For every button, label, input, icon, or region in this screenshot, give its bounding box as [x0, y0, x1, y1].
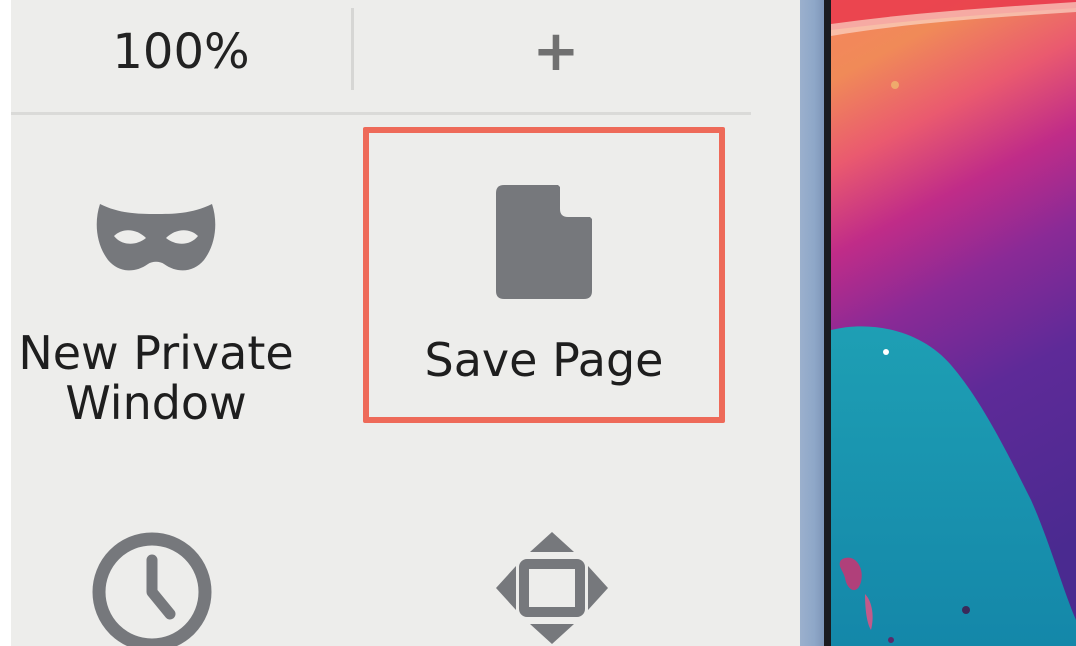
save-page-label: Save Page [424, 333, 664, 387]
zoom-controls: 100% + [11, 8, 751, 114]
plus-icon: + [532, 19, 580, 84]
clock-icon [90, 532, 214, 646]
fullscreen-arrows-icon [494, 532, 610, 646]
desktop-wallpaper [831, 0, 1076, 646]
new-private-window-label-line1: New Private [18, 326, 294, 380]
window-frame-edge [800, 0, 824, 646]
mask-icon [94, 200, 218, 280]
screen: 100% + New Private Window Save Page [0, 0, 1076, 646]
zoom-level-button[interactable]: 100% [71, 20, 291, 84]
document-icon [494, 185, 594, 305]
zoom-in-button[interactable]: + [491, 10, 621, 94]
new-private-window-button[interactable]: New Private Window [0, 190, 356, 428]
history-button[interactable] [90, 530, 214, 646]
save-page-button[interactable]: Save Page [366, 130, 722, 420]
app-menu-panel: 100% + New Private Window Save Page [0, 0, 800, 646]
full-screen-button[interactable] [494, 530, 610, 646]
zoom-divider [351, 8, 354, 90]
new-private-window-label-line2: Window [65, 376, 247, 430]
window-border [824, 0, 831, 646]
menu-separator [11, 112, 751, 115]
